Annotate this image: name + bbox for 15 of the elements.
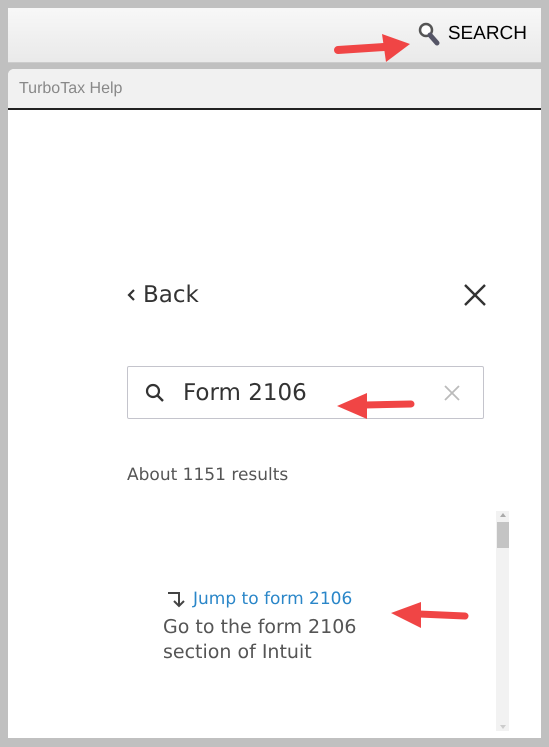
clear-icon[interactable] [443,384,461,402]
close-button[interactable] [463,283,487,307]
scrollbar-thumb[interactable] [496,522,508,548]
result-description: Go to the form 2106 section of Intuit [163,615,358,664]
chevron-left-icon [127,288,136,302]
back-link[interactable]: Back [127,282,199,308]
search-icon [418,22,440,46]
turn-down-arrow-icon [167,590,185,608]
panel-title: TurboTax Help [19,80,122,98]
search-field[interactable]: Form 2106 [127,366,484,419]
result-link[interactable]: Jump to form 2106 [193,589,352,609]
result-count: About 1151 results [127,465,290,485]
search-icon [145,382,165,402]
search-button[interactable]: SEARCH [418,20,527,48]
scrollbar[interactable] [496,511,509,731]
